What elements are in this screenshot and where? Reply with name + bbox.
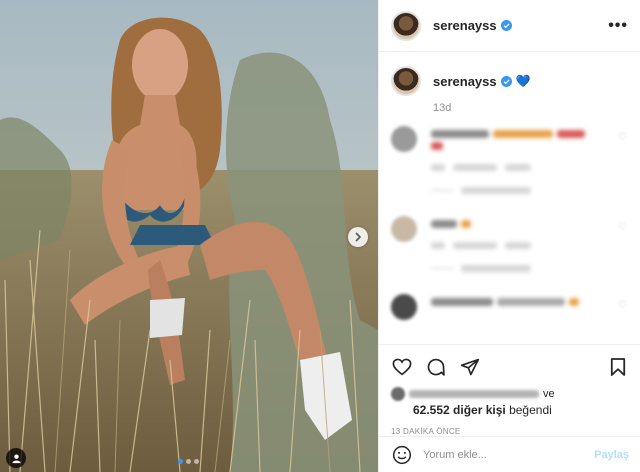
verified-badge-icon <box>500 20 512 31</box>
likes-count-link[interactable]: 62.552 diğer kişi <box>413 403 506 417</box>
caption-age[interactable]: 13d <box>433 102 628 114</box>
comment-like-icon[interactable]: ♡ <box>618 222 628 233</box>
comment-item: ♡ <box>391 294 628 320</box>
comment-avatar[interactable] <box>391 216 417 242</box>
post-media[interactable] <box>0 0 378 472</box>
comment-avatar[interactable] <box>391 126 417 152</box>
bookmark-icon <box>610 358 626 376</box>
comment-item: ♡ <box>391 216 628 272</box>
comment-button[interactable] <box>425 356 447 378</box>
post-comment-button[interactable]: Paylaş <box>594 449 629 461</box>
author-avatar[interactable] <box>391 10 421 41</box>
comment-body <box>431 294 612 320</box>
liked-by-avatar[interactable] <box>391 387 405 401</box>
comments-list: ♡ ♡ ♡ <box>379 126 640 320</box>
share-button[interactable] <box>459 356 481 378</box>
liked-by-row: ve <box>391 387 629 401</box>
carousel-next-button[interactable] <box>348 227 368 247</box>
comment-like-icon[interactable]: ♡ <box>618 132 628 143</box>
likes-count-row: 62.552 diğer kişi beğendi <box>413 403 629 417</box>
post-timestamp[interactable]: 13 DAKİKA ÖNCE <box>391 427 629 436</box>
post-photo <box>0 0 378 472</box>
verified-badge-icon <box>500 75 512 87</box>
comment-bubble-icon <box>427 358 445 376</box>
carousel-dot <box>194 459 199 464</box>
post-side-panel: serenayss ••• serenayss 💙 13d ♡ ♡ ♡ ve 6… <box>378 0 640 472</box>
user-tag-button[interactable] <box>6 448 26 468</box>
heart-outline-icon <box>392 358 412 376</box>
carousel-dot-active <box>178 459 183 464</box>
add-comment-bar: Paylaş <box>379 436 640 472</box>
liked-by-username-blurred[interactable] <box>409 390 539 398</box>
save-button[interactable] <box>607 356 629 378</box>
chevron-right-icon <box>355 232 362 242</box>
like-button[interactable] <box>391 356 413 378</box>
caption: serenayss 💙 13d <box>379 52 640 114</box>
likes-suffix: beğendi <box>509 403 552 417</box>
paper-plane-icon <box>460 358 480 376</box>
user-tag-icon <box>11 453 21 463</box>
carousel-indicator <box>178 459 199 464</box>
post-header: serenayss ••• <box>379 0 640 52</box>
comment-body <box>431 216 612 272</box>
comment-input[interactable] <box>423 448 583 461</box>
instagram-post: serenayss ••• serenayss 💙 13d ♡ ♡ ♡ ve 6… <box>0 0 640 472</box>
comment-body <box>431 126 612 194</box>
caption-avatar[interactable] <box>391 66 421 96</box>
caption-emoji: 💙 <box>515 74 531 88</box>
comment-like-icon[interactable]: ♡ <box>618 300 628 311</box>
carousel-dot <box>186 459 191 464</box>
comment-avatar[interactable] <box>391 294 417 320</box>
author-username[interactable]: serenayss <box>433 18 497 33</box>
caption-username[interactable]: serenayss <box>433 74 497 89</box>
comment-item: ♡ <box>391 126 628 194</box>
smiley-icon <box>392 445 412 464</box>
post-actions: ve 62.552 diğer kişi beğendi 13 DAKİKA Ö… <box>379 344 640 436</box>
emoji-button[interactable] <box>391 444 413 466</box>
liked-by-suffix: ve <box>543 388 555 400</box>
more-options-button[interactable]: ••• <box>608 17 628 35</box>
